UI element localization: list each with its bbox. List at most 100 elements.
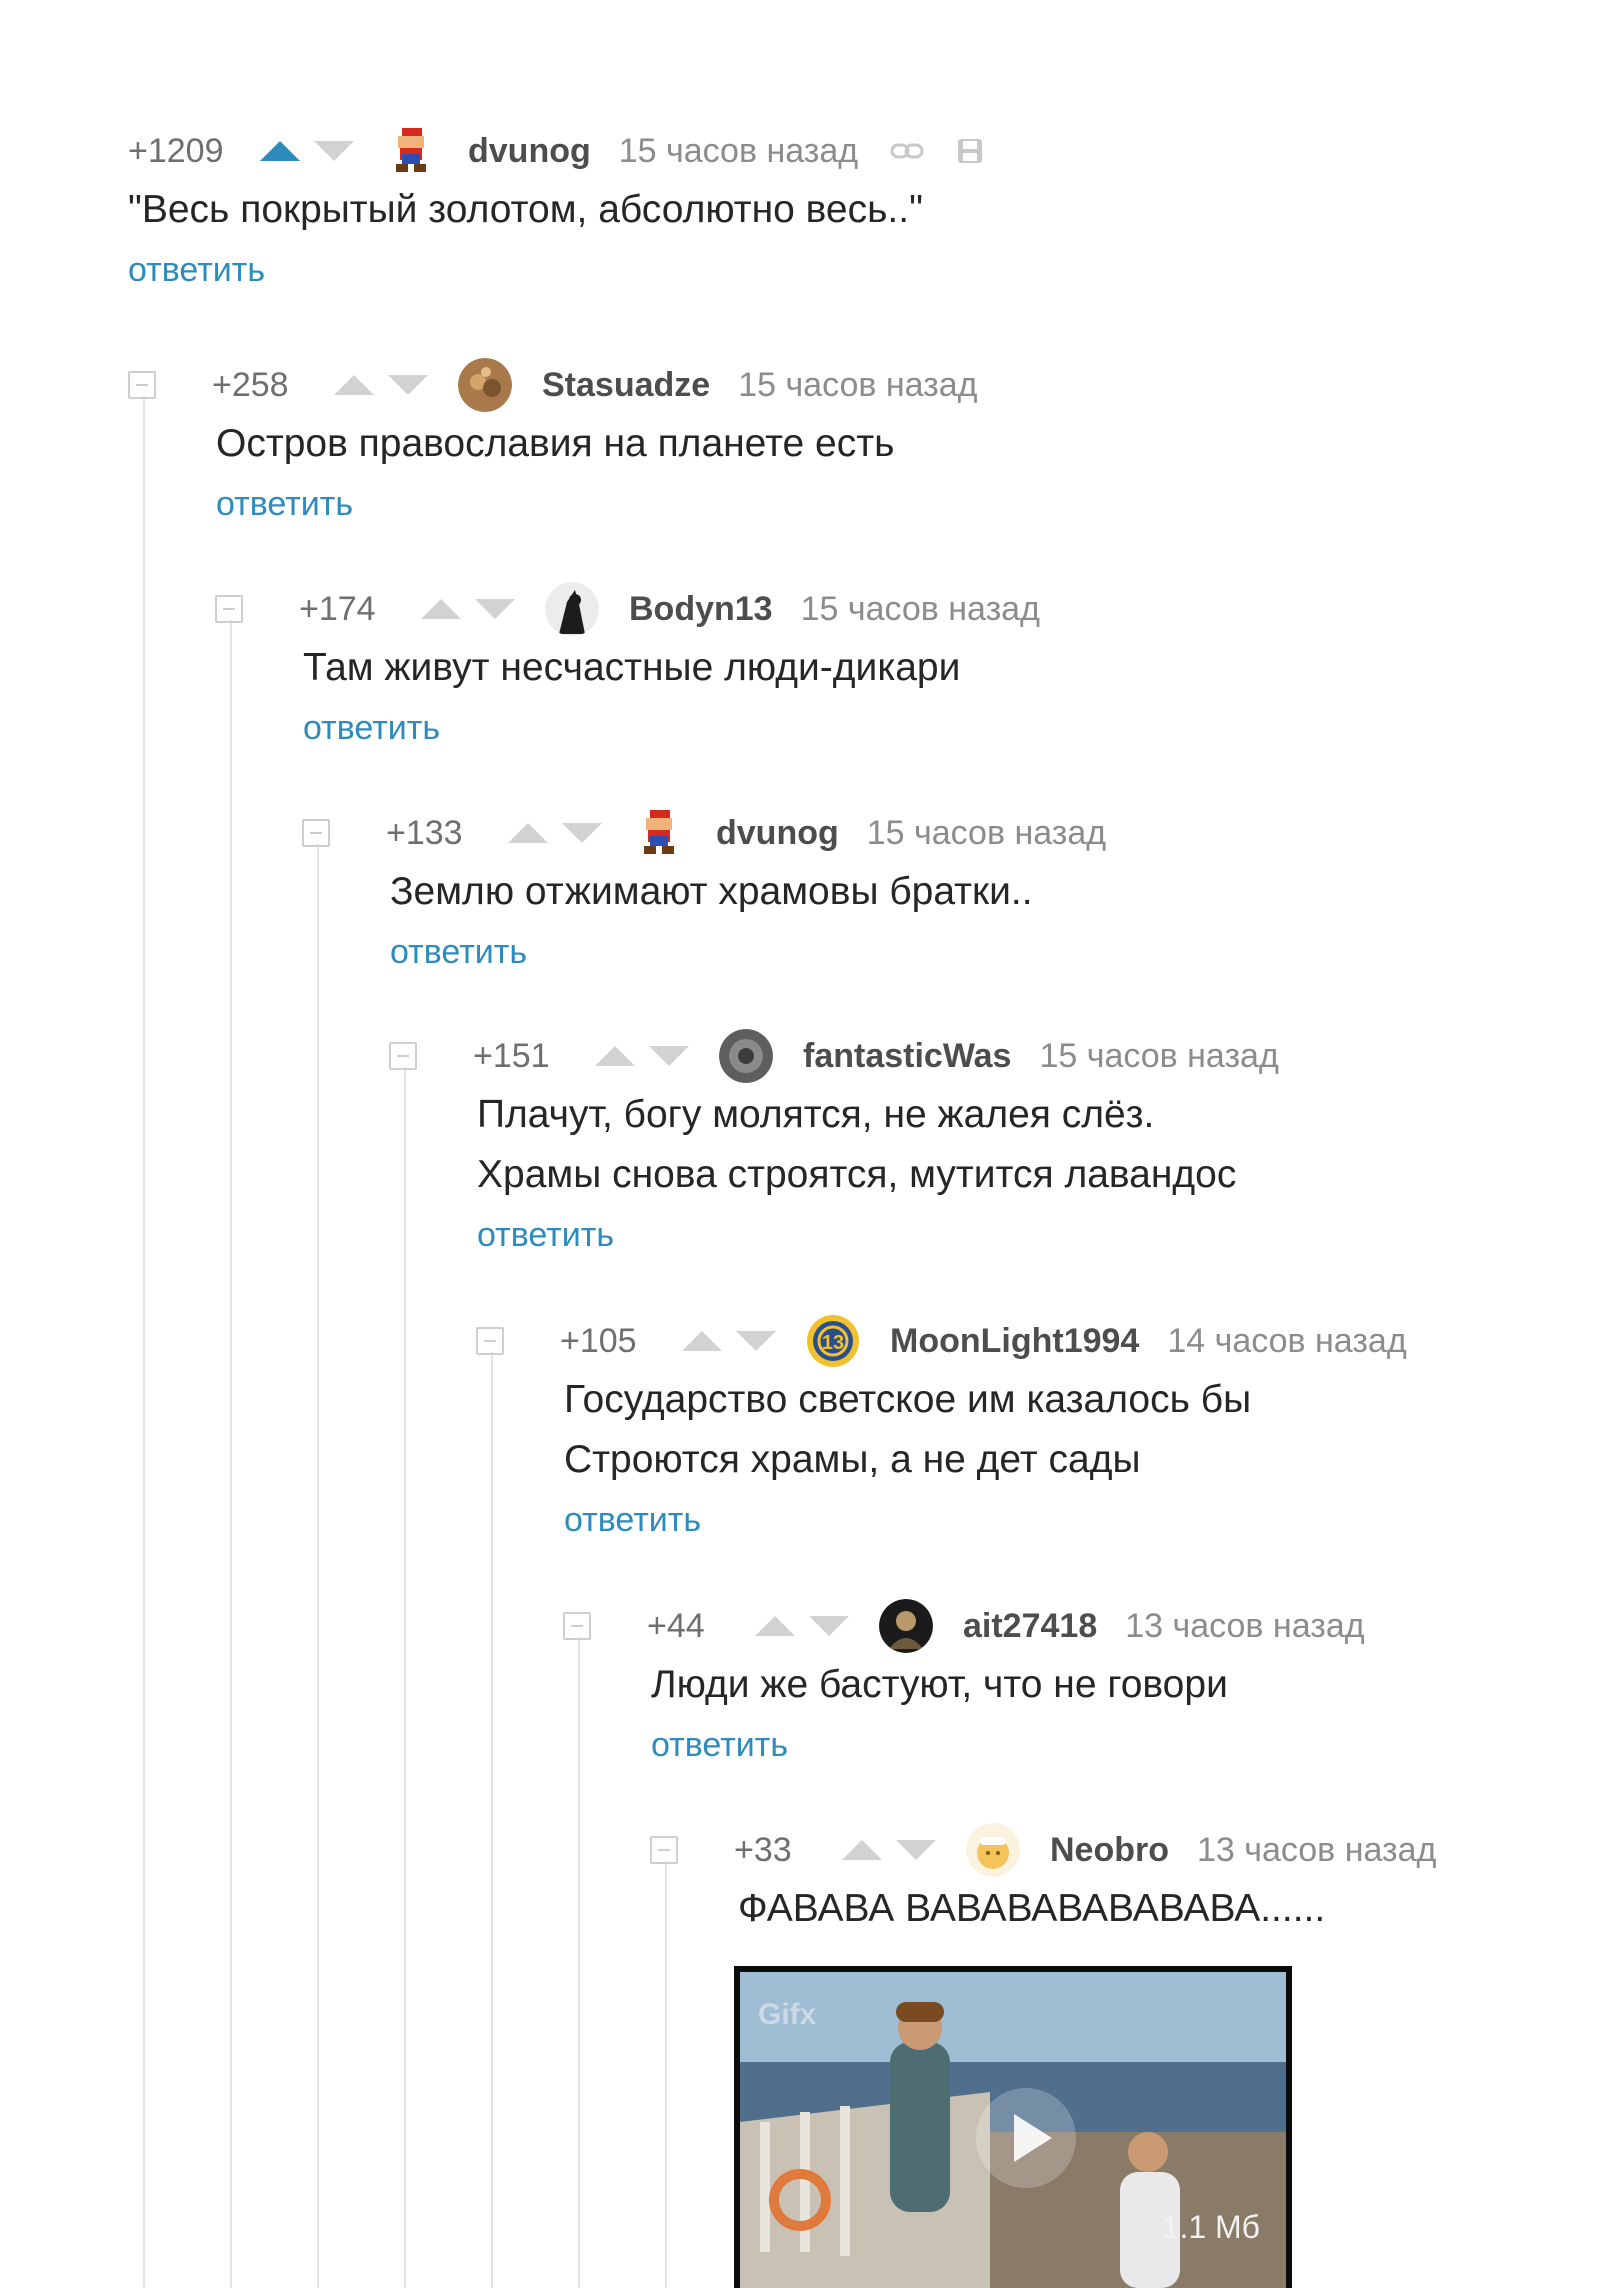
link-icon[interactable] (890, 141, 924, 161)
comment-text: Остров православия на планете есть (216, 414, 978, 474)
avatar[interactable] (384, 124, 438, 178)
save-icon[interactable] (956, 137, 984, 165)
comment: +44 ait27418 13 часов назад Люди же баст… (563, 1599, 1365, 1771)
comment-text: Государство светское им казалось бы Стро… (564, 1370, 1407, 1490)
avatar[interactable] (545, 582, 599, 636)
comment-time[interactable]: 15 часов назад (801, 590, 1040, 629)
gif-preview[interactable]: Gifx 1.1 Мб (734, 1966, 1292, 2288)
avatar[interactable] (458, 358, 512, 412)
comment-line: Строются храмы, а не дет сады (564, 1438, 1141, 1481)
comment-line: ФАВАВА ВАВАВАВАВАВАВА...... (738, 1887, 1326, 1930)
upvote-icon[interactable] (682, 1331, 722, 1351)
comment-time[interactable]: 15 часов назад (1039, 1037, 1278, 1076)
vote-controls (595, 1046, 689, 1066)
upvote-icon[interactable] (260, 141, 300, 161)
comment-author[interactable]: Stasuadze (542, 366, 710, 405)
comment-time[interactable]: 14 часов назад (1167, 1322, 1406, 1361)
comment-line: Остров православия на планете есть (216, 422, 895, 465)
downvote-icon[interactable] (809, 1616, 849, 1636)
comment-text: Люди же бастуют, что не говори (651, 1655, 1365, 1715)
play-icon[interactable] (976, 2088, 1076, 2188)
comment-author[interactable]: Bodyn13 (629, 590, 773, 629)
comment-header: +44 ait27418 13 часов назад (563, 1599, 1365, 1653)
comment-line: Там живут несчастные люди-дикари (303, 646, 961, 689)
comment-header: +133 dvunog 15 часов назад (302, 808, 1106, 858)
avatar[interactable]: 13 (806, 1314, 860, 1368)
reply-link[interactable]: ответить (651, 1719, 1365, 1771)
comment-rating: +258 (212, 365, 289, 404)
upvote-icon[interactable] (842, 1840, 882, 1860)
comment-author[interactable]: dvunog (716, 814, 839, 853)
collapse-toggle-icon[interactable] (128, 371, 156, 399)
reply-link[interactable]: ответить (303, 702, 1040, 754)
comment: +151 fantasticWas 15 часов назад Плачут,… (389, 1029, 1279, 1261)
comment-header: +174 Bodyn13 15 часов назад (215, 582, 1040, 636)
downvote-icon[interactable] (475, 599, 515, 619)
reply-link[interactable]: ответить (477, 1209, 1279, 1261)
comment-rating: +151 (473, 1036, 550, 1075)
upvote-icon[interactable] (508, 823, 548, 843)
comment-author[interactable]: dvunog (468, 132, 591, 171)
reply-link[interactable]: ответить (564, 1494, 1407, 1546)
avatar[interactable] (719, 1029, 773, 1083)
avatar[interactable] (632, 806, 686, 860)
comment-header: +105 13 MoonLight1994 14 часов назад (476, 1314, 1407, 1368)
comment-author[interactable]: ait27418 (963, 1607, 1097, 1646)
gif-size-label: 1.1 Мб (1161, 2209, 1260, 2245)
comment-rating: +174 (299, 589, 376, 628)
svg-text:13: 13 (822, 1332, 844, 1354)
comment-author[interactable]: fantasticWas (803, 1037, 1011, 1076)
vote-controls (421, 599, 515, 619)
thread-line (317, 844, 319, 2288)
reply-link[interactable]: ответить (128, 244, 984, 296)
collapse-toggle-icon[interactable] (389, 1042, 417, 1070)
comment-header: +151 fantasticWas 15 часов назад (389, 1029, 1279, 1083)
downvote-icon[interactable] (736, 1331, 776, 1351)
downvote-icon[interactable] (649, 1046, 689, 1066)
downvote-icon[interactable] (314, 141, 354, 161)
comment-line: Люди же бастуют, что не говори (651, 1663, 1228, 1706)
vote-controls (508, 823, 602, 843)
avatar[interactable] (879, 1599, 933, 1653)
comment-text: ФАВАВА ВАВАВАВАВАВАВА...... (738, 1879, 1436, 1939)
comment-time[interactable]: 13 часов назад (1125, 1607, 1364, 1646)
comment-rating: +44 (647, 1606, 705, 1645)
vote-controls (260, 141, 354, 161)
comment-time[interactable]: 13 часов назад (1197, 1831, 1436, 1870)
vote-controls (334, 375, 428, 395)
comment-time[interactable]: 15 часов назад (619, 132, 858, 171)
vote-controls (842, 1840, 936, 1860)
collapse-toggle-icon[interactable] (563, 1612, 591, 1640)
comment-header: +258 Stasuadze 15 часов назад (128, 358, 978, 412)
downvote-icon[interactable] (896, 1840, 936, 1860)
gif-thumbnail: Gifx 1.1 Мб (740, 1972, 1286, 2288)
upvote-icon[interactable] (421, 599, 461, 619)
comment-line: Храмы снова строятся, мутится лавандос (477, 1153, 1237, 1196)
downvote-icon[interactable] (562, 823, 602, 843)
comment: +133 dvunog 15 часов назад Землю отжимаю… (302, 808, 1106, 978)
thread-line (143, 396, 145, 2288)
downvote-icon[interactable] (388, 375, 428, 395)
comment-time[interactable]: 15 часов назад (867, 814, 1106, 853)
collapse-toggle-icon[interactable] (476, 1327, 504, 1355)
comment-author[interactable]: MoonLight1994 (890, 1322, 1139, 1361)
comment-line: Землю отжимают храмовы братки.. (390, 870, 1033, 913)
reply-link[interactable]: ответить (390, 926, 1106, 978)
upvote-icon[interactable] (595, 1046, 635, 1066)
upvote-icon[interactable] (334, 375, 374, 395)
collapse-toggle-icon[interactable] (650, 1836, 678, 1864)
avatar[interactable] (966, 1823, 1020, 1877)
comment: +33 Neobro 13 часов назад ФАВАВА ВАВАВАВ… (650, 1823, 1436, 1939)
comment-text: Там живут несчастные люди-дикари (303, 638, 1040, 698)
comment-line: Государство светское им казалось бы (564, 1378, 1252, 1421)
comment-rating: +105 (560, 1321, 637, 1360)
upvote-icon[interactable] (755, 1616, 795, 1636)
comment-time[interactable]: 15 часов назад (738, 366, 977, 405)
reply-link[interactable]: ответить (216, 478, 978, 530)
comment: +258 Stasuadze 15 часов назад Остров пра… (128, 358, 978, 530)
vote-controls (682, 1331, 776, 1351)
comment-header: +1209 dvunog 15 часов назад (128, 126, 984, 176)
collapse-toggle-icon[interactable] (215, 595, 243, 623)
collapse-toggle-icon[interactable] (302, 819, 330, 847)
comment-author[interactable]: Neobro (1050, 1831, 1169, 1870)
